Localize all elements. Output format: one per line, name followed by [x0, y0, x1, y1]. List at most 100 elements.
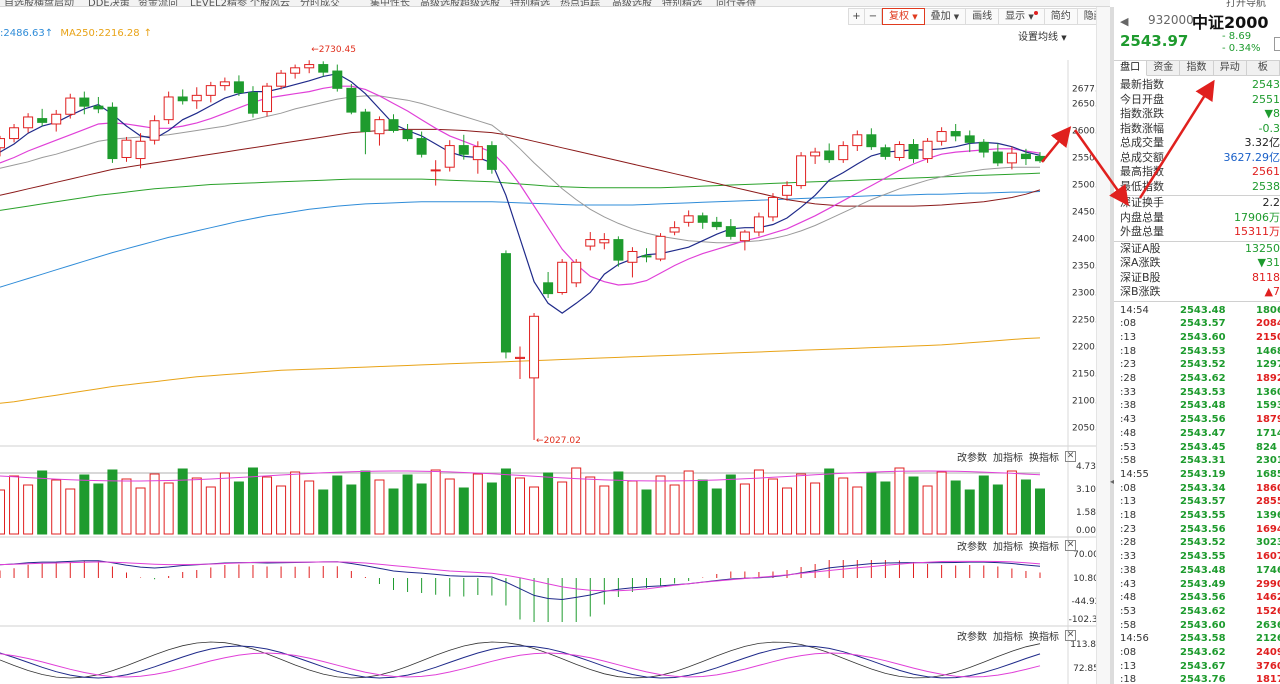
quote-value: 17906万 [1234, 210, 1280, 224]
candle [782, 181, 793, 201]
chart-toolbar: + − 复权 ▼ 叠加 ▼ 画线 显示 ▼ 简约 隐藏 [848, 8, 1111, 25]
index-code: 932000 [1148, 13, 1194, 27]
candle [585, 232, 596, 251]
candle [838, 141, 849, 163]
quote-value: 13250 [1245, 241, 1280, 255]
tick-volume: 1746 [1256, 564, 1280, 576]
candle-body [894, 144, 905, 158]
tab-zijin[interactable]: 资金 [1147, 60, 1181, 76]
quote-label: 深B涨跌 [1120, 285, 1161, 298]
tick-volume: 1462 [1256, 592, 1280, 604]
overlay-button[interactable]: 叠加 ▼ [924, 8, 967, 25]
candle-body [669, 227, 680, 233]
tick-row: :53 2543.62 1526 [1120, 605, 1280, 618]
candle-body [950, 131, 961, 137]
back-triangle-icon[interactable]: ◀ [1120, 15, 1128, 28]
low-price-annotation: ←2027.02 [536, 436, 581, 446]
tick-row: :08 2543.57 2084 [1120, 317, 1280, 330]
tab-pankou[interactable]: 盘口 [1114, 60, 1148, 76]
candle-body [936, 131, 947, 142]
draw-line-button[interactable]: 画线 [966, 8, 1000, 25]
volume-bar [641, 489, 652, 535]
ma-settings-button[interactable]: 设置均线 ▼ [1018, 28, 1067, 43]
close-icon[interactable]: ✕ [1065, 630, 1076, 641]
chart-area[interactable]: ←2730.45 ←2027.02 2677.49 2650.00 2600.00 25… [0, 0, 1096, 684]
zoom-in-button[interactable]: + [848, 8, 865, 25]
candle [529, 313, 540, 441]
quote-value: 2551 [1252, 92, 1280, 106]
tick-row: :08 2543.34 1860 [1120, 482, 1280, 495]
tick-row: 14:56 2543.58 2126 [1120, 632, 1280, 645]
quote-value: 15311万 [1234, 225, 1280, 238]
edit-params-button[interactable]: 改参数 [957, 449, 987, 464]
quote-row: 指数涨跌 ▼8 [1120, 107, 1280, 121]
switch-indicator-button[interactable]: 换指标 [1029, 538, 1059, 553]
tick-price: 2543.55 [1180, 551, 1226, 563]
candle-body [233, 81, 244, 94]
zoom-out-button[interactable]: − [865, 8, 882, 25]
tab-yidong[interactable]: 异动 [1213, 60, 1247, 76]
candle-body [697, 215, 708, 223]
edit-params-button[interactable]: 改参数 [957, 628, 987, 643]
candle [416, 131, 427, 158]
volume-bar [936, 471, 947, 535]
add-indicator-button[interactable]: 加指标 [993, 538, 1023, 553]
tick-volume: 1714 [1256, 427, 1280, 439]
volume-bar [430, 469, 441, 535]
candle [936, 127, 947, 146]
arrow-up-icon: ↑ [44, 28, 54, 39]
switch-indicator-button[interactable]: 换指标 [1029, 449, 1059, 464]
volume-bar [950, 480, 961, 535]
panel-toggle-icon[interactable] [1274, 37, 1280, 51]
current-price: 2543.97 [1120, 32, 1189, 50]
tick-volume: 1607 [1256, 551, 1280, 563]
candle [135, 133, 146, 169]
candle-body [992, 151, 1003, 164]
tab-zhishu[interactable]: 指数 [1180, 60, 1214, 76]
tick-volume: 2084 [1256, 318, 1280, 330]
volume-bar [964, 489, 975, 535]
candle-body [37, 118, 48, 123]
edit-params-button[interactable]: 改参数 [957, 538, 987, 553]
tick-price: 2543.60 [1180, 619, 1226, 631]
quote-row: 深证A股 13250 [1120, 242, 1280, 256]
add-indicator-button[interactable]: 加指标 [993, 449, 1023, 464]
add-indicator-button[interactable]: 加指标 [993, 628, 1023, 643]
volume-bar [23, 484, 34, 535]
tick-time: :33 [1120, 551, 1137, 563]
candle-body [191, 94, 202, 102]
close-icon[interactable]: ✕ [1065, 451, 1076, 462]
switch-indicator-button[interactable]: 换指标 [1029, 628, 1059, 643]
candle-body [93, 105, 104, 110]
quote-label: 指数涨幅 [1120, 121, 1164, 135]
volume-bar [515, 477, 525, 535]
candle [219, 77, 230, 91]
volume-bar [332, 475, 343, 535]
tick-row: :38 2543.48 1746 [1120, 564, 1280, 577]
simple-mode-button[interactable]: 简约 [1044, 8, 1078, 25]
volume-bar [922, 485, 933, 535]
display-button[interactable]: 显示 ▼ [999, 8, 1045, 25]
candle-body [444, 145, 455, 168]
fuquan-button[interactable]: 复权 ▼ [882, 8, 925, 25]
price-axis-label: 2400.00 [1072, 235, 1096, 245]
tab-ban[interactable]: 板 [1246, 60, 1280, 76]
volume-bar [978, 475, 989, 535]
volume-bar [852, 486, 863, 535]
candle-body [753, 216, 764, 233]
candle [388, 114, 399, 133]
macd-axis-label: 10.80 [1073, 574, 1096, 584]
tick-row: :53 2543.45 824 [1120, 441, 1280, 454]
close-icon[interactable]: ✕ [1065, 540, 1076, 551]
tick-row: :58 2543.60 2636 [1120, 619, 1280, 632]
volume-bar [599, 485, 610, 535]
candle-body [163, 96, 174, 121]
candle-body [402, 129, 413, 140]
volume-axis-label: 3.10 [1076, 485, 1096, 495]
volume-bar [697, 479, 708, 535]
tick-price: 2543.48 [1180, 400, 1226, 412]
tick-volume: 2636 [1256, 619, 1280, 631]
price-axis-label: 2677.49 [1072, 85, 1096, 95]
tick-price: 2543.57 [1180, 318, 1226, 330]
vertical-scrollbar[interactable] [1096, 7, 1110, 684]
